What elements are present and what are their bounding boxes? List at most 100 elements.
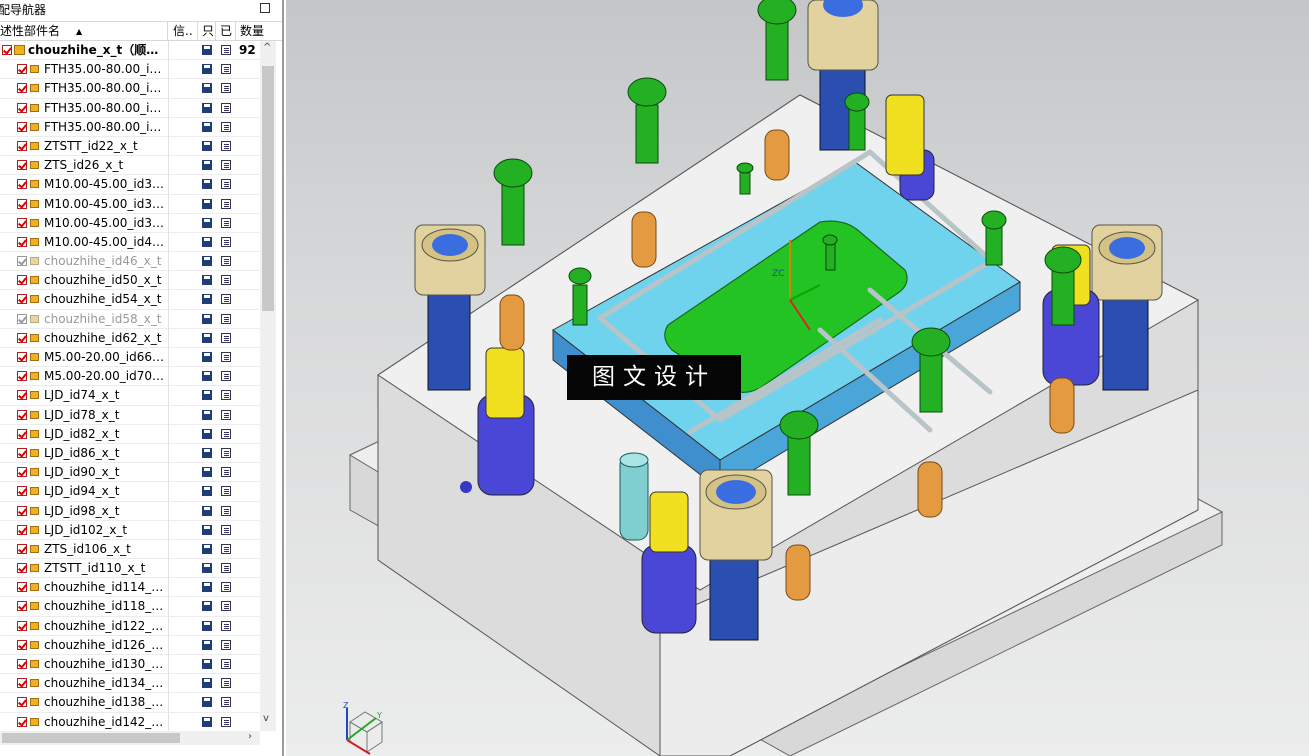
tree-row[interactable]: LJD_id78_x_t xyxy=(0,405,260,425)
checkbox-icon[interactable] xyxy=(17,582,27,593)
save-icon xyxy=(202,83,212,94)
horizontal-scrollbar[interactable]: › xyxy=(0,731,260,745)
checkbox-icon[interactable] xyxy=(17,716,27,727)
horizontal-scroll-thumb[interactable] xyxy=(2,733,180,743)
tree-row[interactable]: M10.00-45.00_id34... xyxy=(0,194,260,214)
vertical-scrollbar[interactable]: ^ v xyxy=(260,41,276,731)
tree-row[interactable]: LJD_id90_x_t xyxy=(0,463,260,483)
checkbox-icon[interactable] xyxy=(17,160,27,171)
tree-row[interactable]: M10.00-45.00_id30... xyxy=(0,175,260,195)
checkbox-icon[interactable] xyxy=(17,371,27,382)
checkbox-icon[interactable] xyxy=(17,313,27,324)
tree-row[interactable]: chouzhihe_id58_x_t xyxy=(0,309,260,329)
checkbox-icon[interactable] xyxy=(17,198,27,209)
tree-row[interactable]: chouzhihe_id122_x_t xyxy=(0,616,260,636)
tree-row[interactable]: chouzhihe_id54_x_t xyxy=(0,290,260,310)
checkbox-icon[interactable] xyxy=(2,45,12,55)
tree-row[interactable]: FTH35.00-80.00_id... xyxy=(0,98,260,118)
scroll-right-icon[interactable]: › xyxy=(248,731,252,742)
save-icon xyxy=(202,467,212,478)
checkbox-icon[interactable] xyxy=(17,236,27,247)
maximize-icon[interactable] xyxy=(260,3,270,13)
tree-row[interactable]: LJD_id74_x_t xyxy=(0,386,260,406)
tree-row[interactable]: LJD_id102_x_t xyxy=(0,520,260,540)
save-icon xyxy=(202,486,212,497)
edit-icon xyxy=(221,601,231,612)
tree-row[interactable]: FTH35.00-80.00_id... xyxy=(0,79,260,99)
tree-row[interactable]: chouzhihe_id118_x_t xyxy=(0,597,260,617)
checkbox-icon[interactable] xyxy=(17,275,27,286)
checkbox-icon[interactable] xyxy=(17,678,27,689)
column-divider xyxy=(168,194,169,214)
tree-row[interactable]: chouzhihe_id142_x_t xyxy=(0,712,260,731)
checkbox-icon[interactable] xyxy=(17,390,27,401)
checkbox-icon[interactable] xyxy=(17,486,27,497)
checkbox-icon[interactable] xyxy=(17,697,27,708)
checkbox-icon[interactable] xyxy=(17,332,27,343)
column-divider xyxy=(168,117,169,137)
scroll-up-icon[interactable]: ^ xyxy=(263,42,271,53)
tree-row[interactable]: M5.00-20.00_id66_... xyxy=(0,348,260,368)
checkbox-icon[interactable] xyxy=(17,639,27,650)
tree-row[interactable]: FTH35.00-80.00_id... xyxy=(0,117,260,137)
tree-row[interactable]: chouzhihe_id50_x_t xyxy=(0,271,260,291)
tree-row[interactable]: M10.00-45.00_id42... xyxy=(0,232,260,253)
part-name: FTH35.00-80.00_id... xyxy=(44,119,168,134)
tree-row[interactable]: chouzhihe_id114_x_t xyxy=(0,578,260,598)
tree-row[interactable]: ZTS_id26_x_t xyxy=(0,156,260,176)
column-divider xyxy=(168,271,169,291)
checkbox-icon[interactable] xyxy=(17,83,27,94)
checkbox-icon[interactable] xyxy=(17,563,27,574)
tree-row[interactable]: ZTSTT_id110_x_t xyxy=(0,559,260,579)
checkbox-icon[interactable] xyxy=(17,64,27,75)
tree-row[interactable]: ZTSTT_id22_x_t xyxy=(0,136,260,157)
tree-row[interactable]: M10.00-45.00_id38... xyxy=(0,213,260,233)
column-qty-header[interactable]: 数量 xyxy=(236,22,282,41)
checkbox-icon[interactable] xyxy=(17,467,27,478)
tree-row[interactable]: M5.00-20.00_id70_... xyxy=(0,367,260,387)
tree-row[interactable]: chouzhihe_id130_x_t xyxy=(0,655,260,675)
tree-row[interactable]: LJD_id98_x_t xyxy=(0,501,260,521)
column-name-header[interactable]: 述性部件名 ▲ xyxy=(0,22,168,41)
checkbox-icon[interactable] xyxy=(17,102,27,113)
column-modified-header[interactable]: 已 xyxy=(216,22,236,41)
tree-row[interactable]: FTH35.00-80.00_id... xyxy=(0,60,260,80)
tree-root-row[interactable]: chouzhihe_x_t（顺序... 92 xyxy=(0,41,260,61)
checkbox-icon[interactable] xyxy=(17,659,27,669)
checkbox-icon[interactable] xyxy=(17,620,27,631)
checkbox-icon[interactable] xyxy=(17,428,27,439)
edit-icon xyxy=(221,371,231,382)
part-icon xyxy=(30,353,39,361)
checkbox-icon[interactable] xyxy=(17,409,27,420)
checkbox-icon[interactable] xyxy=(17,524,27,535)
checkbox-icon[interactable] xyxy=(17,447,27,458)
column-readonly-header[interactable]: 只 xyxy=(198,22,216,41)
checkbox-icon[interactable] xyxy=(17,543,27,554)
tree-row[interactable]: chouzhihe_id138_x_t xyxy=(0,693,260,713)
checkbox-icon[interactable] xyxy=(17,121,27,132)
panel-title-bar: 配导航器 xyxy=(0,0,282,20)
tree-row[interactable]: chouzhihe_id62_x_t xyxy=(0,328,260,348)
checkbox-icon[interactable] xyxy=(17,601,27,612)
checkbox-icon[interactable] xyxy=(17,179,27,190)
checkbox-icon[interactable] xyxy=(17,256,27,267)
checkbox-icon[interactable] xyxy=(17,505,27,516)
column-divider xyxy=(168,693,169,713)
3d-graphics-viewport[interactable]: ZC Z Y xyxy=(286,0,1309,756)
column-info-header[interactable]: 信.. xyxy=(168,22,198,41)
tree-row[interactable]: ZTS_id106_x_t xyxy=(0,539,260,560)
tree-row[interactable]: chouzhihe_id126_x_t xyxy=(0,635,260,655)
checkbox-icon[interactable] xyxy=(17,294,27,305)
tree-row[interactable]: LJD_id82_x_t xyxy=(0,424,260,444)
checkbox-icon[interactable] xyxy=(17,140,27,151)
column-divider xyxy=(168,559,169,579)
tree-row[interactable]: chouzhihe_id134_x_t xyxy=(0,674,260,694)
tree-row[interactable]: chouzhihe_id46_x_t xyxy=(0,252,260,272)
tree-row[interactable]: LJD_id94_x_t xyxy=(0,482,260,502)
tree-row[interactable]: LJD_id86_x_t xyxy=(0,443,260,464)
vertical-scroll-thumb[interactable] xyxy=(262,66,274,311)
checkbox-icon[interactable] xyxy=(17,217,27,228)
part-icon xyxy=(30,161,39,170)
checkbox-icon[interactable] xyxy=(17,352,27,362)
scroll-down-icon[interactable]: v xyxy=(263,713,269,724)
